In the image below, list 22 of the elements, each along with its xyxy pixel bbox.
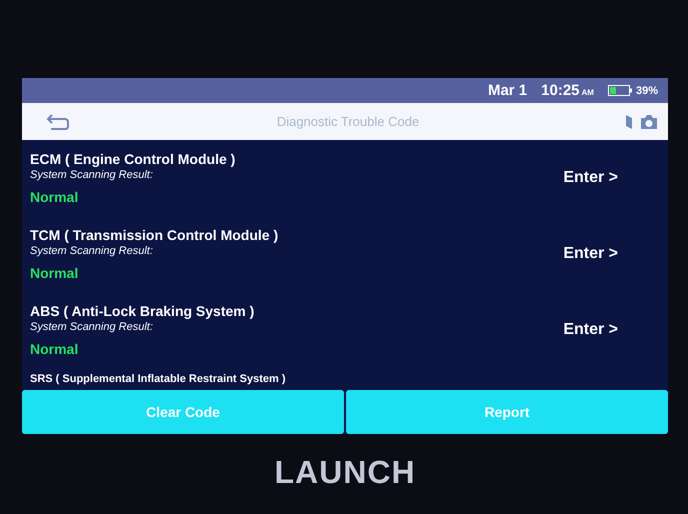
brand-logo: LAUNCH [274,454,416,491]
flag-icon[interactable] [626,114,632,128]
enter-button[interactable]: Enter > [559,319,622,341]
battery-percent: 39% [636,84,658,96]
system-name: ABS ( Anti-Lock Braking System ) [30,303,256,319]
system-name: SRS ( Supplemental Inflatable Restraint System ) [30,372,287,386]
battery-icon [608,85,632,96]
scan-result: Normal [30,341,80,357]
status-date: Mar 1 [488,82,528,99]
scan-result: Normal [30,265,80,281]
scan-result-label: System Scanning Result: [30,169,154,181]
scan-result: Normal [30,189,80,205]
enter-button[interactable]: Enter > [559,243,622,265]
scan-result-label: System Scanning Result: [30,245,154,257]
status-time: 10:25 AM [541,82,594,99]
camera-icon[interactable] [640,114,658,130]
system-name: ECM ( Engine Control Module ) [30,151,236,167]
enter-button[interactable]: Enter > [559,167,622,189]
system-name: TCM ( Transmission Control Module ) [30,227,280,243]
screen-title: Diagnostic Trouble Code [276,114,420,129]
back-icon[interactable] [46,112,70,130]
scan-result-label: System Scanning Result: [30,321,154,333]
